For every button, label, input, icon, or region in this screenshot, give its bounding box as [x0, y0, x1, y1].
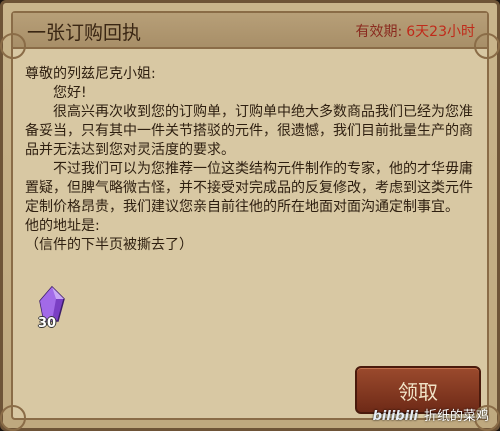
dialog-header: 一张订购回执 有效期: 6天23小时 [13, 13, 487, 49]
validity-value: 6天23小时 [406, 24, 475, 40]
letter-salutation: 尊敬的列兹尼克小姐: [25, 66, 156, 82]
validity-label: 有效期: [355, 24, 403, 40]
receipt-dialog: 一张订购回执 有效期: 6天23小时 尊敬的列兹尼克小姐: 您好! 很高兴再次收到… [0, 0, 500, 431]
watermark-text: 折纸的菜鸡 [423, 409, 489, 424]
letter-torn-note: （信件的下半页被撕去了） [25, 237, 193, 253]
letter-panel: 一张订购回执 有效期: 6天23小时 尊敬的列兹尼克小姐: 您好! 很高兴再次收到… [11, 11, 489, 420]
letter-paragraph-2: 不过我们可以为您推荐一位这类结构元件制作的专家，他的才华毋庸置疑，但脾气略微古怪… [25, 161, 473, 215]
reward-count: 30 [38, 316, 57, 331]
watermark: bilibili 折纸的菜鸡 [373, 405, 489, 424]
dialog-title: 一张订购回执 [27, 22, 142, 44]
validity-info: 有效期: 6天23小时 [356, 21, 475, 41]
corner-ornament [0, 405, 26, 431]
bilibili-logo: bilibili [372, 409, 418, 424]
corner-ornament [474, 33, 500, 59]
letter-greeting: 您好! [53, 85, 87, 101]
letter-paragraph-1: 很高兴再次收到您的订购单，订购单中绝大多数商品我们已经为您准备妥当，只有其中一件… [25, 104, 473, 158]
letter-address-label: 他的地址是: [25, 218, 100, 234]
letter-body: 尊敬的列兹尼克小姐: 您好! 很高兴再次收到您的订购单，订购单中绝大多数商品我们… [25, 65, 475, 255]
corner-ornament [0, 33, 26, 59]
